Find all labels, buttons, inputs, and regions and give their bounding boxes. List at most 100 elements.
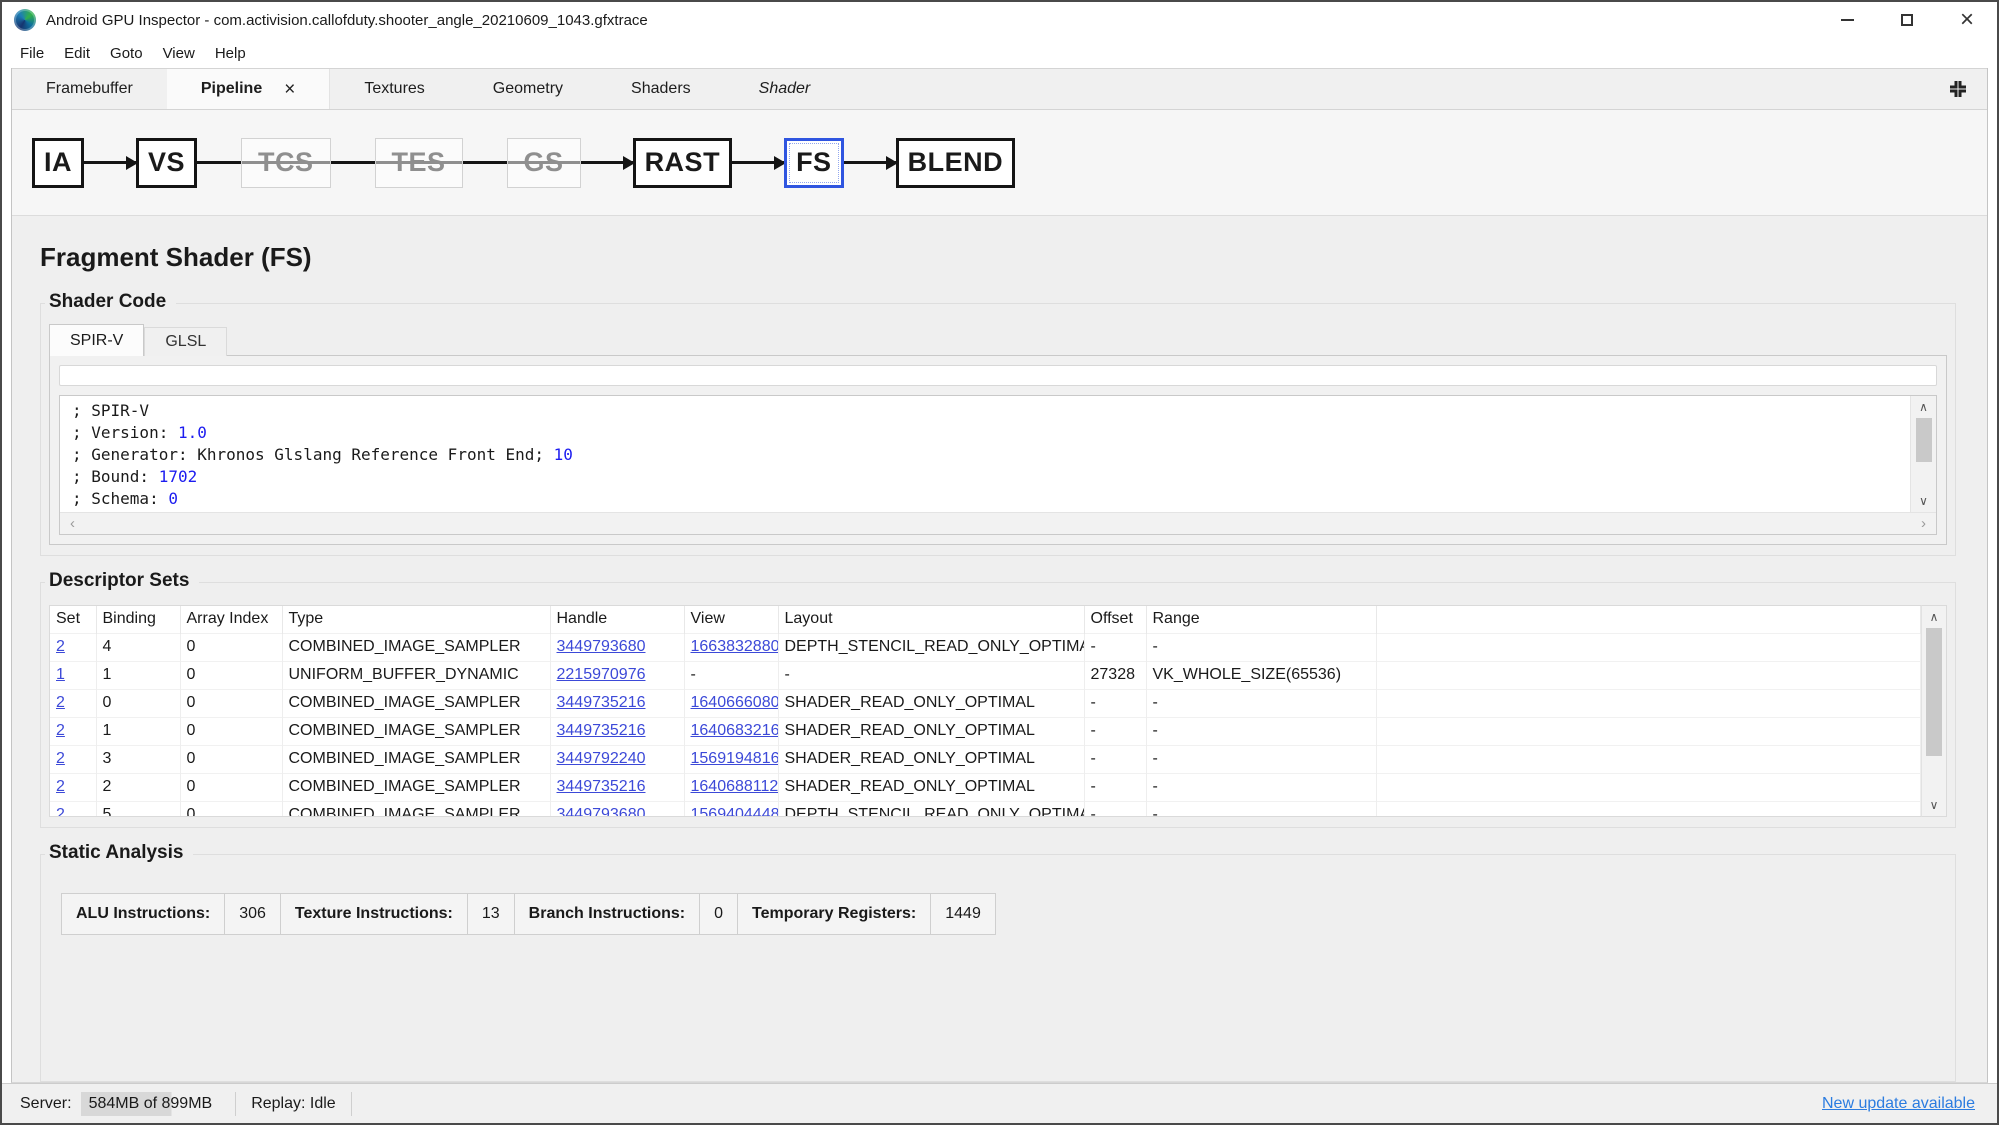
pipeline-stage-fs[interactable]: FS [784,137,844,188]
tab-framebuffer[interactable]: Framebuffer [12,69,167,109]
pipeline-diagram: IA VS TCS TES GS RAST FS BLEND [12,110,1987,216]
scroll-right-icon[interactable]: › [1921,515,1926,532]
title-bar: Android GPU Inspector - com.activision.c… [2,2,1997,38]
code-line: ; SPIR-V [72,400,1898,422]
menu-goto[interactable]: Goto [100,41,153,66]
pipeline-stage-rast[interactable]: RAST [632,137,733,188]
code-text-segment: ; SPIR-V [72,401,150,420]
set-link[interactable]: 2 [56,750,65,767]
set-link[interactable]: 2 [56,778,65,795]
scroll-down-icon[interactable]: ∨ [1911,490,1936,512]
pipeline-stage-tes[interactable]: TES [374,137,463,188]
set-link[interactable]: 1 [56,666,65,683]
menu-help[interactable]: Help [205,41,256,66]
menu-edit[interactable]: Edit [54,41,100,66]
view-link[interactable]: 1640683216 [691,722,778,739]
tab-geometry[interactable]: Geometry [459,69,597,109]
cell-offset: - [1084,744,1147,773]
status-separator [350,1091,352,1116]
scroll-up-icon[interactable]: ∧ [1922,606,1946,628]
cell-offset: - [1084,688,1147,717]
cell-handle: 3449735216 [550,772,685,801]
minimize-button[interactable] [1817,2,1877,38]
column-header[interactable]: Binding [96,606,181,633]
pipeline-connector [462,161,507,164]
pipeline-stage-gs[interactable]: GS [506,137,581,188]
cell-layout: - [778,660,1085,689]
scroll-left-icon[interactable]: ‹ [70,515,75,532]
handle-link[interactable]: 2215970976 [557,666,646,683]
view-link[interactable]: 1640688112 [691,778,778,795]
cell-layout: SHADER_READ_ONLY_OPTIMAL [778,688,1085,717]
view-link[interactable]: 1663832880 [691,638,778,655]
set-link[interactable]: 2 [56,638,65,655]
cell-set: 2 [50,688,97,717]
handle-link[interactable]: 3449793680 [557,806,646,816]
set-link[interactable]: 2 [56,722,65,739]
code-number: 10 [553,445,573,464]
column-header[interactable]: View [684,606,779,633]
handle-link[interactable]: 3449735216 [557,722,646,739]
column-header[interactable]: Array Index [180,606,283,633]
tab-pipeline[interactable]: Pipeline × [166,69,331,109]
column-header[interactable]: Handle [550,606,685,633]
tab-label: Textures [364,80,425,97]
pipeline-stage-vs[interactable]: VS [136,137,198,188]
collapse-panes-icon [1950,81,1966,97]
page-title: Fragment Shader (FS) [40,242,312,272]
view-link[interactable]: 1569194816 [691,750,778,767]
tab-shader[interactable]: Shader [725,69,845,109]
code-horizontal-scrollbar[interactable]: ‹ › [60,512,1936,534]
code-text-segment: ; Version: [72,423,178,442]
cell-array_index: 0 [180,744,283,773]
close-tab-icon[interactable]: × [284,80,295,99]
view-link[interactable]: 1569404448 [691,806,778,816]
set-link[interactable]: 2 [56,694,65,711]
handle-link[interactable]: 3449792240 [557,750,646,767]
static-analysis-group-label: Static Analysis [45,842,194,864]
cell-type: COMBINED_IMAGE_SAMPLER [282,632,551,661]
code-number: 0 [168,489,178,508]
cell-range: - [1146,800,1377,816]
code-scrollbar-thumb[interactable] [1915,418,1932,462]
spirv-code-editor: ; SPIR-V; Version: 1.0; Generator: Khron… [59,395,1937,535]
pipeline-stage-tcs[interactable]: TCS [241,137,331,188]
tab-shaders[interactable]: Shaders [597,69,725,109]
table-row: 1 1 0 UNIFORM_BUFFER_DYNAMIC 2215970976- -273… [50,660,1921,689]
pipeline-stage-blend[interactable]: BLEND [895,137,1016,188]
menu-view[interactable]: View [153,41,205,66]
table-scrollbar-thumb[interactable] [1926,628,1942,756]
column-header[interactable]: Range [1146,606,1377,633]
tab-textures[interactable]: Textures [330,69,458,109]
scroll-down-icon[interactable]: ∨ [1922,794,1946,816]
collapse-panes-button[interactable] [1945,76,1971,102]
metric-value: 1449 [945,905,981,922]
close-button[interactable]: × [1937,2,1997,38]
scroll-up-icon[interactable]: ∧ [1911,396,1936,418]
handle-link[interactable]: 3449735216 [557,694,646,711]
maximize-button[interactable] [1877,2,1937,38]
update-available-link[interactable]: New update available [1822,1095,1975,1113]
pipeline-connector [732,161,785,164]
menu-file[interactable]: File [10,41,54,66]
cell-type: COMBINED_IMAGE_SAMPLER [282,716,551,745]
spirv-code-text: ; SPIR-V; Version: 1.0; Generator: Khron… [60,396,1910,512]
column-header[interactable]: Layout [778,606,1085,633]
column-header[interactable]: Set [50,606,97,633]
code-vertical-scrollbar[interactable]: ∧ ∨ [1910,396,1936,512]
shader-tab-glsl[interactable]: GLSL [144,327,228,356]
handle-link[interactable]: 3449793680 [557,638,646,655]
shader-code-group: Shader Code SPIR-V GLSL ; SPIR-V ; Version… [40,291,1956,556]
cell-set: 2 [50,744,97,773]
pipeline-stage-ia[interactable]: IA [32,137,84,188]
handle-link[interactable]: 3449735216 [557,778,646,795]
column-header[interactable]: Offset [1084,606,1147,633]
cell-range: - [1146,632,1377,661]
cell-handle: 3449735216 [550,716,685,745]
column-header[interactable]: Type [282,606,551,633]
set-link[interactable]: 2 [56,806,65,816]
shader-tab-spir-v[interactable]: SPIR-V [49,324,145,356]
table-vertical-scrollbar[interactable]: ∧ ∨ [1921,605,1947,817]
cell-binding: 1 [96,716,181,745]
view-link[interactable]: 1640666080 [691,694,778,711]
